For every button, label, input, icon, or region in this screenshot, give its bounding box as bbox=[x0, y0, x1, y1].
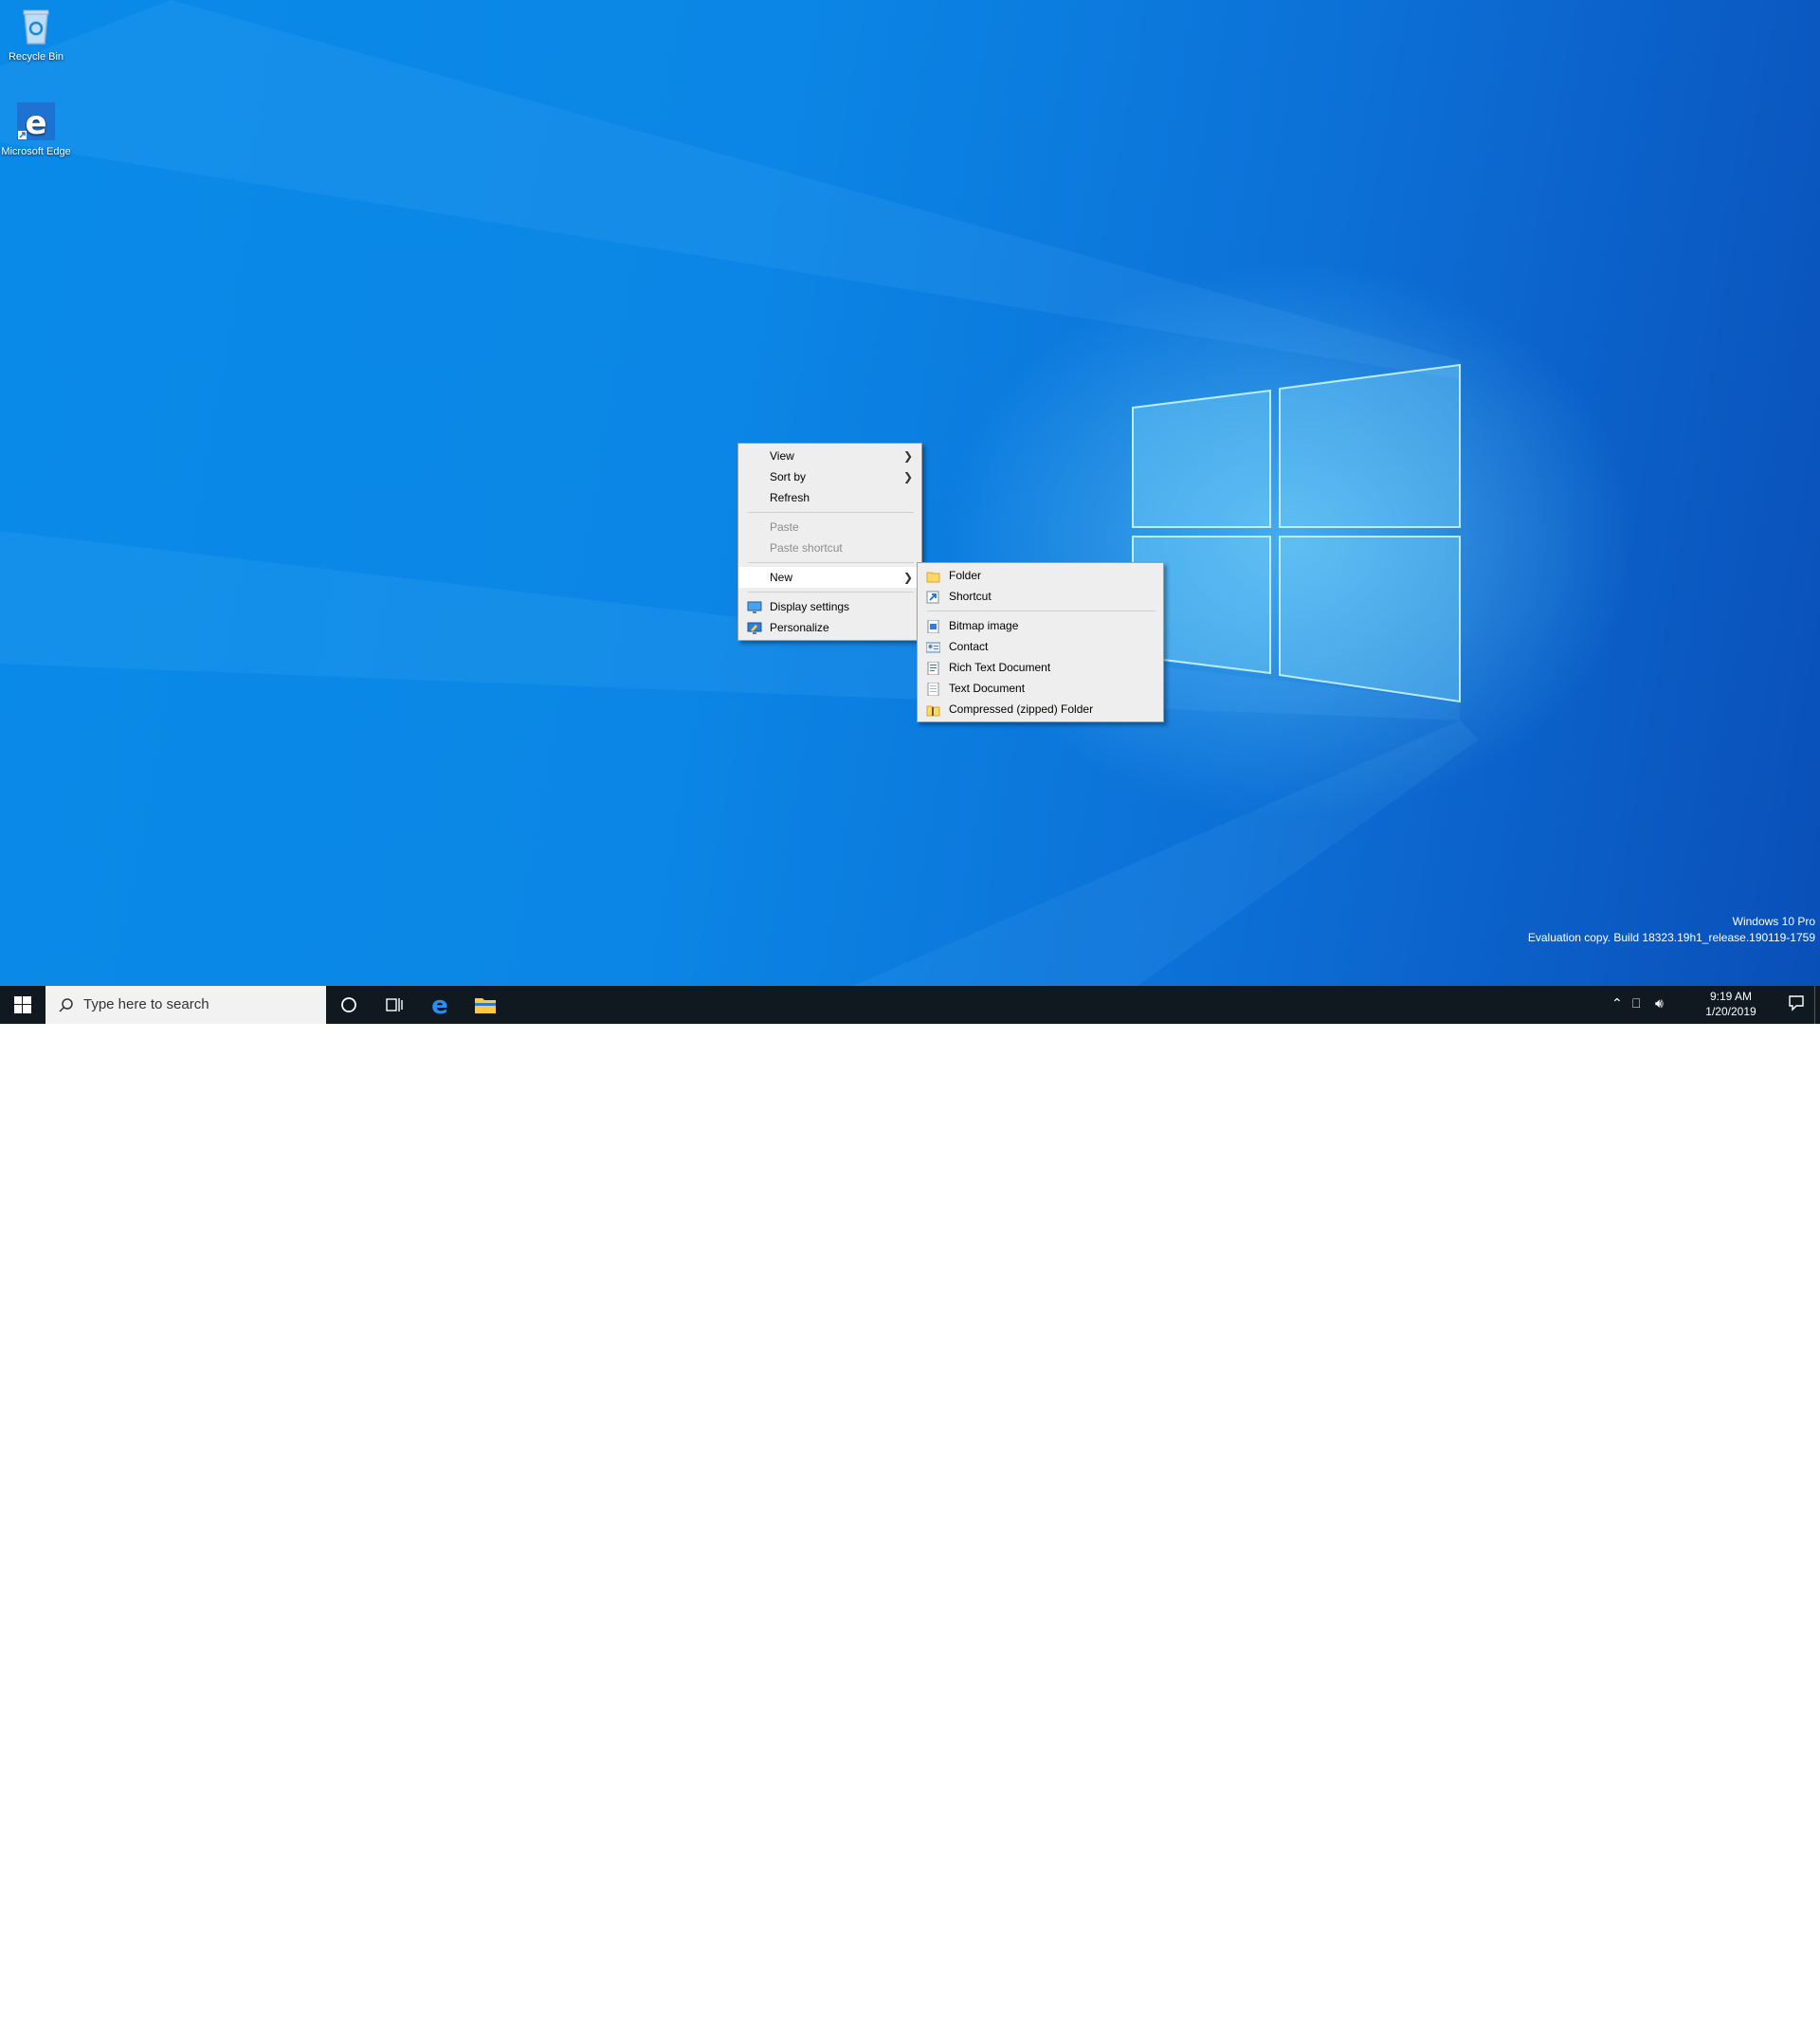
volume-icon[interactable]: 🔊︎ bbox=[1655, 995, 1664, 1012]
edge-icon: e bbox=[15, 100, 57, 142]
brand-text: The Collection Book bbox=[1643, 1979, 1764, 2022]
svg-text:e: e bbox=[431, 993, 448, 1016]
menu-item-label: Text Document bbox=[949, 682, 1026, 695]
book-icon bbox=[1579, 1976, 1627, 2008]
windows-evaluation-watermark: Windows 10 Pro Evaluation copy. Build 18… bbox=[1528, 914, 1815, 946]
show-desktop-button[interactable] bbox=[1814, 986, 1820, 1024]
submenu-item-rich-text-document[interactable]: Rich Text Document bbox=[918, 657, 1163, 678]
network-icon[interactable]: ⎕ bbox=[1632, 995, 1640, 1012]
desktop[interactable]: Recycle Bin e Microsoft Edge View ❯ Sort… bbox=[0, 0, 1820, 986]
clock-date: 1/20/2019 bbox=[1705, 1005, 1756, 1018]
taskbar-clock[interactable]: 9:19 AM 1/20/2019 bbox=[1695, 989, 1767, 1019]
chevron-right-icon: ❯ bbox=[902, 571, 913, 584]
taskbar: Type here to search e The Collection Boo… bbox=[0, 986, 1820, 2022]
submenu-item-shortcut[interactable]: Shortcut bbox=[918, 586, 1163, 607]
menu-item-label: Compressed (zipped) Folder bbox=[949, 702, 1094, 716]
submenu-item-bitmap-image[interactable]: Bitmap image bbox=[918, 615, 1163, 636]
system-tray: ⌃ ⎕ 🔊︎ 9:19 AM 1/20/2019 bbox=[1592, 986, 1820, 1024]
menu-item-display-settings[interactable]: Display settings bbox=[738, 596, 921, 617]
desktop-icon-label: Recycle Bin bbox=[8, 51, 64, 63]
brand-overlay: The Collection Book bbox=[1578, 1972, 1806, 2022]
menu-item-sort-by[interactable]: Sort by ❯ bbox=[738, 466, 921, 487]
task-view-button[interactable] bbox=[372, 986, 417, 1024]
text-document-icon bbox=[926, 682, 940, 697]
contact-icon bbox=[925, 640, 941, 653]
taskbar-edge-button[interactable]: e bbox=[417, 986, 463, 1024]
menu-item-label: New bbox=[770, 571, 793, 584]
taskbar-file-explorer-button[interactable] bbox=[463, 986, 508, 1024]
menu-item-label: Refresh bbox=[770, 491, 810, 504]
desktop-context-menu: View ❯ Sort by ❯ Refresh Paste Paste sho… bbox=[737, 443, 922, 641]
menu-item-label: Contact bbox=[949, 640, 989, 653]
menu-item-label: Paste shortcut bbox=[770, 541, 843, 555]
menu-item-label: Rich Text Document bbox=[949, 661, 1051, 674]
rich-text-icon bbox=[926, 661, 940, 676]
menu-item-label: View bbox=[770, 449, 794, 463]
bitmap-icon bbox=[926, 619, 940, 634]
folder-icon bbox=[926, 569, 940, 583]
cortana-icon bbox=[341, 997, 356, 1012]
watermark-edition: Windows 10 Pro bbox=[1732, 915, 1815, 928]
windows-start-icon bbox=[14, 996, 31, 1013]
cortana-button[interactable] bbox=[326, 986, 372, 1024]
menu-item-label: Folder bbox=[949, 569, 982, 582]
submenu-item-contact[interactable]: Contact bbox=[918, 636, 1163, 657]
search-placeholder: Type here to search bbox=[83, 996, 209, 1012]
menu-item-label: Paste bbox=[770, 520, 799, 534]
chevron-right-icon: ❯ bbox=[902, 449, 913, 463]
menu-separator bbox=[748, 562, 914, 563]
edge-icon: e bbox=[431, 993, 448, 1016]
menu-item-paste: Paste bbox=[738, 517, 921, 538]
menu-item-view[interactable]: View ❯ bbox=[738, 446, 921, 466]
menu-item-label: Display settings bbox=[770, 600, 850, 613]
watermark-build: Evaluation copy. Build 18323.19h1_releas… bbox=[1527, 931, 1815, 944]
menu-item-label: Shortcut bbox=[949, 590, 992, 603]
submenu-item-compressed-folder[interactable]: Compressed (zipped) Folder bbox=[918, 699, 1163, 720]
submenu-item-text-document[interactable]: Text Document bbox=[918, 678, 1163, 699]
menu-separator bbox=[748, 512, 914, 513]
clock-time: 9:19 AM bbox=[1709, 990, 1753, 1003]
desktop-icon-label: Microsoft Edge bbox=[1, 146, 71, 157]
svg-text:e: e bbox=[25, 104, 46, 142]
start-button[interactable] bbox=[0, 986, 46, 1024]
recycle-bin-icon bbox=[15, 6, 57, 47]
menu-item-personalize[interactable]: Personalize bbox=[738, 617, 921, 638]
menu-item-paste-shortcut: Paste shortcut bbox=[738, 538, 921, 558]
shortcut-icon bbox=[926, 590, 940, 604]
zip-folder-icon bbox=[926, 702, 940, 717]
display-settings-icon bbox=[747, 600, 762, 613]
menu-item-refresh[interactable]: Refresh bbox=[738, 487, 921, 508]
windows-logo-wallpaper bbox=[1132, 363, 1461, 703]
chevron-right-icon: ❯ bbox=[902, 470, 913, 483]
menu-item-label: Sort by bbox=[770, 470, 807, 483]
new-submenu: Folder Shortcut Bitmap image Contact Ric… bbox=[917, 562, 1164, 722]
submenu-item-folder[interactable]: Folder bbox=[918, 565, 1163, 586]
personalize-icon bbox=[747, 621, 762, 634]
menu-item-label: Personalize bbox=[770, 621, 829, 634]
desktop-icon-microsoft-edge[interactable]: e Microsoft Edge bbox=[0, 100, 72, 158]
task-view-icon bbox=[386, 998, 403, 1012]
menu-item-label: Bitmap image bbox=[949, 619, 1019, 632]
search-icon bbox=[59, 998, 73, 1012]
chevron-up-icon[interactable]: ⌃ bbox=[1611, 995, 1623, 1012]
desktop-icon-recycle-bin[interactable]: Recycle Bin bbox=[0, 6, 72, 64]
menu-item-new[interactable]: New ❯ bbox=[738, 567, 921, 588]
taskbar-search-box[interactable]: Type here to search bbox=[46, 986, 326, 1024]
file-explorer-icon bbox=[475, 998, 496, 1013]
action-center-icon[interactable] bbox=[1788, 994, 1805, 1014]
